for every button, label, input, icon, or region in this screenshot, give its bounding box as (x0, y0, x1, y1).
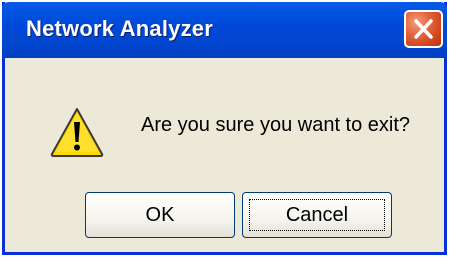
close-button[interactable] (404, 10, 443, 48)
ok-button-label: OK (145, 203, 175, 226)
ok-button[interactable]: OK (85, 192, 235, 238)
dialog-message: Are you sure you want to exit? (141, 114, 411, 136)
dialog-window: Network Analyzer Are you sure you want t… (2, 2, 447, 255)
window-title: Network Analyzer (26, 16, 213, 41)
close-icon (414, 19, 433, 39)
cancel-button-label: Cancel (285, 203, 349, 226)
title-bar[interactable]: Network Analyzer (2, 2, 447, 58)
cancel-button[interactable]: Cancel (242, 192, 392, 238)
warning-icon (49, 106, 105, 163)
